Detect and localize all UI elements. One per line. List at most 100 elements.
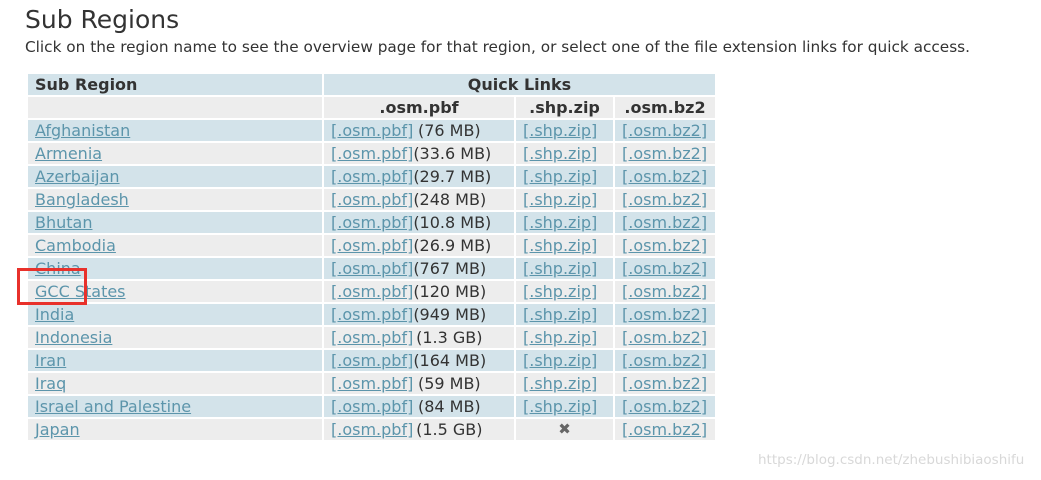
- osm-pbf-link[interactable]: [.osm.pbf]: [331, 351, 413, 370]
- header-empty-cell: [26, 95, 324, 120]
- osm-bz2-link[interactable]: [.osm.bz2]: [622, 420, 707, 439]
- table-row: India [.osm.pbf](949 MB) [.shp.zip] [.osm.b…: [26, 302, 717, 327]
- region-link[interactable]: India: [35, 305, 74, 324]
- osm-bz2-link[interactable]: [.osm.bz2]: [622, 167, 707, 186]
- osm-pbf-link[interactable]: [.osm.pbf]: [331, 259, 413, 278]
- table-row: Armenia [.osm.pbf](33.6 MB) [.shp.zip] [.os…: [26, 141, 717, 166]
- osm-pbf-link[interactable]: [.osm.pbf]: [331, 144, 413, 163]
- osm-pbf-link[interactable]: [.osm.pbf]: [331, 167, 413, 186]
- shp-zip-link[interactable]: [.shp.zip]: [523, 259, 597, 278]
- region-link[interactable]: Bangladesh: [35, 190, 129, 209]
- bz2-cell: [.osm.bz2]: [613, 118, 717, 143]
- header-sub-region: Sub Region: [26, 72, 324, 97]
- shp-zip-link[interactable]: [.shp.zip]: [523, 121, 597, 140]
- pbf-cell: [.osm.pbf](33.6 MB): [322, 141, 516, 166]
- pbf-cell: [.osm.pbf](29.7 MB): [322, 164, 516, 189]
- osm-pbf-link[interactable]: [.osm.pbf]: [331, 397, 413, 416]
- shp-cell: [.shp.zip]: [514, 394, 615, 419]
- file-size: (949 MB): [413, 305, 487, 324]
- osm-pbf-link[interactable]: [.osm.pbf]: [331, 190, 413, 209]
- region-link[interactable]: Armenia: [35, 144, 102, 163]
- watermark: https://blog.csdn.net/zhebushibiaoshifu: [758, 452, 1025, 468]
- table-row: Cambodia [.osm.pbf](26.9 MB) [.shp.zip] [.o…: [26, 233, 717, 258]
- table-header-row: Sub Region Quick Links: [26, 72, 717, 97]
- region-link[interactable]: Cambodia: [35, 236, 116, 255]
- region-link[interactable]: Iraq: [35, 374, 66, 393]
- osm-bz2-link[interactable]: [.osm.bz2]: [622, 397, 707, 416]
- file-size: (767 MB): [413, 259, 487, 278]
- shp-cell: [.shp.zip]: [514, 371, 615, 396]
- shp-cell: [.shp.zip]: [514, 348, 615, 373]
- region-link[interactable]: Japan: [35, 420, 80, 439]
- osm-bz2-link[interactable]: [.osm.bz2]: [622, 351, 707, 370]
- file-size: (1.5 GB): [416, 420, 483, 439]
- osm-bz2-link[interactable]: [.osm.bz2]: [622, 213, 707, 232]
- file-size: (1.3 GB): [416, 328, 483, 347]
- region-link[interactable]: Bhutan: [35, 213, 92, 232]
- osm-bz2-link[interactable]: [.osm.bz2]: [622, 374, 707, 393]
- region-link[interactable]: Iran: [35, 351, 66, 370]
- shp-cell: [.shp.zip]: [514, 141, 615, 166]
- osm-bz2-link[interactable]: [.osm.bz2]: [622, 328, 707, 347]
- osm-pbf-link[interactable]: [.osm.pbf]: [331, 121, 413, 140]
- bz2-cell: [.osm.bz2]: [613, 371, 717, 396]
- region-cell: Israel and Palestine: [26, 394, 324, 419]
- shp-zip-link[interactable]: [.shp.zip]: [523, 374, 597, 393]
- region-link[interactable]: Indonesia: [35, 328, 112, 347]
- shp-zip-link[interactable]: [.shp.zip]: [523, 190, 597, 209]
- table-row: Bhutan [.osm.pbf](10.8 MB) [.shp.zip] [.osm…: [26, 210, 717, 235]
- region-cell: Japan: [26, 417, 324, 442]
- shp-zip-link[interactable]: [.shp.zip]: [523, 305, 597, 324]
- shp-zip-link[interactable]: [.shp.zip]: [523, 167, 597, 186]
- pbf-cell: [.osm.pbf] (76 MB): [322, 118, 516, 143]
- osm-pbf-link[interactable]: [.osm.pbf]: [331, 305, 413, 324]
- region-cell: Cambodia: [26, 233, 324, 258]
- region-link[interactable]: Afghanistan: [35, 121, 130, 140]
- table-row: Japan [.osm.pbf] (1.5 GB) ✖ [.osm.bz2]: [26, 417, 717, 442]
- page-subtitle: Click on the region name to see the over…: [25, 38, 971, 56]
- osm-pbf-link[interactable]: [.osm.pbf]: [331, 374, 413, 393]
- region-cell: Indonesia: [26, 325, 324, 350]
- region-cell: Bhutan: [26, 210, 324, 235]
- pbf-cell: [.osm.pbf] (1.5 GB): [322, 417, 516, 442]
- shp-zip-link[interactable]: [.shp.zip]: [523, 144, 597, 163]
- table-row: Azerbaijan [.osm.pbf](29.7 MB) [.shp.zip] […: [26, 164, 717, 189]
- bz2-cell: [.osm.bz2]: [613, 279, 717, 304]
- table-row: Indonesia [.osm.pbf] (1.3 GB) [.shp.zip] [.o…: [26, 325, 717, 350]
- file-size: (164 MB): [413, 351, 487, 370]
- shp-zip-link[interactable]: [.shp.zip]: [523, 213, 597, 232]
- shp-zip-link[interactable]: [.shp.zip]: [523, 397, 597, 416]
- bz2-cell: [.osm.bz2]: [613, 348, 717, 373]
- osm-bz2-link[interactable]: [.osm.bz2]: [622, 305, 707, 324]
- osm-bz2-link[interactable]: [.osm.bz2]: [622, 144, 707, 163]
- shp-zip-link[interactable]: [.shp.zip]: [523, 282, 597, 301]
- osm-bz2-link[interactable]: [.osm.bz2]: [622, 236, 707, 255]
- shp-zip-link[interactable]: [.shp.zip]: [523, 351, 597, 370]
- bz2-cell: [.osm.bz2]: [613, 233, 717, 258]
- region-cell: Armenia: [26, 141, 324, 166]
- pbf-cell: [.osm.pbf](26.9 MB): [322, 233, 516, 258]
- osm-bz2-link[interactable]: [.osm.bz2]: [622, 259, 707, 278]
- shp-cell: [.shp.zip]: [514, 187, 615, 212]
- table-row: Iraq [.osm.pbf] (59 MB) [.shp.zip] [.osm.bz2…: [26, 371, 717, 396]
- region-cell: Azerbaijan: [26, 164, 324, 189]
- region-rows: Afghanistan [.osm.pbf] (76 MB) [.shp.zip] [.…: [26, 118, 717, 442]
- osm-bz2-link[interactable]: [.osm.bz2]: [622, 121, 707, 140]
- pbf-cell: [.osm.pbf](949 MB): [322, 302, 516, 327]
- header-shp-zip: .shp.zip: [514, 95, 615, 120]
- page-title: Sub Regions: [25, 5, 180, 34]
- region-cell: Afghanistan: [26, 118, 324, 143]
- shp-zip-link[interactable]: [.shp.zip]: [523, 236, 597, 255]
- osm-pbf-link[interactable]: [.osm.pbf]: [331, 282, 413, 301]
- shp-zip-link[interactable]: [.shp.zip]: [523, 328, 597, 347]
- pbf-cell: [.osm.pbf](164 MB): [322, 348, 516, 373]
- osm-pbf-link[interactable]: [.osm.pbf]: [331, 213, 413, 232]
- osm-bz2-link[interactable]: [.osm.bz2]: [622, 190, 707, 209]
- region-link[interactable]: Azerbaijan: [35, 167, 120, 186]
- pbf-cell: [.osm.pbf](120 MB): [322, 279, 516, 304]
- osm-pbf-link[interactable]: [.osm.pbf]: [331, 236, 413, 255]
- osm-bz2-link[interactable]: [.osm.bz2]: [622, 282, 707, 301]
- osm-pbf-link[interactable]: [.osm.pbf]: [331, 420, 413, 439]
- osm-pbf-link[interactable]: [.osm.pbf]: [331, 328, 413, 347]
- region-link[interactable]: Israel and Palestine: [35, 397, 191, 416]
